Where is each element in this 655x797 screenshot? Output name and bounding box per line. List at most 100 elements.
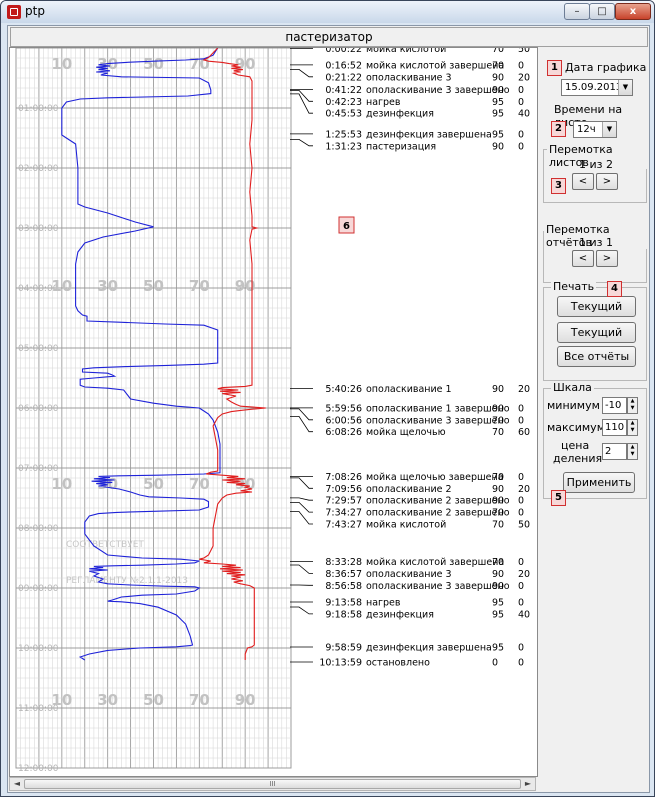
scroll-right-arrow-icon[interactable]: ► <box>521 778 535 790</box>
event-name: мойка щелочью завершена <box>366 472 504 483</box>
event-name: ополаскивание 3 завершено <box>366 581 510 592</box>
value-tick-label: 70 <box>189 475 210 493</box>
time-tick-label: 08:00:00 <box>18 524 59 534</box>
division-spinner[interactable]: ▲ ▼ <box>627 443 638 460</box>
event-leader-line <box>290 415 313 433</box>
event-name: дезинфекция <box>366 109 434 120</box>
event-value-2: 0 <box>518 657 524 668</box>
event-value-1: 95 <box>492 609 504 620</box>
reports-prev-button[interactable]: < <box>572 250 594 267</box>
spin-down-icon[interactable]: ▼ <box>628 427 637 434</box>
event-name: ополаскивание 1 <box>366 384 452 395</box>
event-value-2: 50 <box>518 48 530 55</box>
event-name: ополаскивание 3 завершено <box>366 85 510 96</box>
marker-2: 2 <box>551 121 566 137</box>
marker-1: 1 <box>547 60 562 76</box>
reports-counter: 1 из 1 <box>579 236 613 249</box>
chart-area[interactable]: 01:00:00 02:00:00 03:00:00 04:00:00 05:00:00… <box>9 47 538 777</box>
value-tick-label: 50 <box>143 691 164 709</box>
min-input[interactable]: -10 <box>602 397 627 414</box>
print-current-report-button[interactable]: Текущий отчёт <box>557 322 636 358</box>
horizontal-scrollbar[interactable]: ◄ III ► <box>9 777 536 791</box>
chart-canvas: 01:00:0002:00:0003:00:0004:00:0005:00:00… <box>15 48 530 774</box>
spin-up-icon[interactable]: ▲ <box>628 398 637 405</box>
dropdown-arrow-icon[interactable]: ▼ <box>602 122 616 137</box>
max-spinner[interactable]: ▲ ▼ <box>627 419 638 436</box>
value-tick-label: 90 <box>235 691 256 709</box>
marker-3: 3 <box>551 178 566 194</box>
value-tick-label: 30 <box>97 691 118 709</box>
print-title: Печать <box>551 280 597 293</box>
event-name: мойка кислотой <box>366 520 446 531</box>
print-current-sheet-button[interactable]: Текущий лист <box>557 296 636 332</box>
spin-down-icon[interactable]: ▼ <box>628 451 637 458</box>
event-value-2: 0 <box>518 85 524 96</box>
event-value-2: 0 <box>518 415 524 426</box>
event-value-2: 0 <box>518 129 524 140</box>
min-spinner[interactable]: ▲ ▼ <box>627 397 638 414</box>
event-value-1: 0 <box>492 657 498 668</box>
apply-button[interactable]: Применить <box>563 472 635 493</box>
print-all-reports-button[interactable]: Все отчёты <box>557 346 636 367</box>
minimize-button[interactable]: – <box>564 3 590 20</box>
event-value-1: 70 <box>492 508 504 519</box>
dropdown-arrow-icon[interactable]: ▼ <box>618 80 632 95</box>
event-value-2: 20 <box>518 384 530 395</box>
scroll-thumb[interactable]: III <box>24 779 521 789</box>
spin-up-icon[interactable]: ▲ <box>628 444 637 451</box>
event-value-2: 0 <box>518 642 524 653</box>
value-tick-label: 10 <box>51 55 72 73</box>
event-name: ополаскивание 2 <box>366 484 452 495</box>
marker-5: 5 <box>551 490 566 506</box>
event-time: 7:09:56 <box>325 484 362 495</box>
division-input[interactable]: 2 <box>602 443 627 460</box>
spin-up-icon[interactable]: ▲ <box>628 420 637 427</box>
title-bar[interactable]: ptp – □ x <box>1 1 654 23</box>
event-time: 8:33:28 <box>325 557 362 568</box>
event-value-2: 0 <box>518 472 524 483</box>
event-time: 5:59:56 <box>325 403 362 414</box>
close-button[interactable]: x <box>615 3 651 20</box>
spin-down-icon[interactable]: ▼ <box>628 405 637 412</box>
time-tick-label: 10:00:00 <box>18 644 59 654</box>
value-tick-label: 30 <box>97 277 118 295</box>
max-input[interactable]: 110 <box>602 419 627 436</box>
event-leader-line <box>290 139 313 147</box>
scroll-left-arrow-icon[interactable]: ◄ <box>10 778 24 790</box>
event-time: 0:42:23 <box>325 97 362 108</box>
event-leader-line <box>290 93 313 114</box>
event-value-1: 70 <box>492 557 504 568</box>
event-value-1: 70 <box>492 60 504 71</box>
time-tick-label: 02:00:00 <box>18 164 59 174</box>
time-tick-label: 09:00:00 <box>18 584 59 594</box>
event-leader-line <box>290 501 313 513</box>
event-value-1: 70 <box>492 472 504 483</box>
value-tick-label: 50 <box>143 55 164 73</box>
maximize-button[interactable]: □ <box>589 3 615 20</box>
event-time: 7:34:27 <box>325 508 362 519</box>
event-value-2: 20 <box>518 569 530 580</box>
time-tick-label: 12:00:00 <box>18 764 59 774</box>
date-picker[interactable]: 15.09.2013 ▼ <box>561 79 633 96</box>
app-icon <box>7 5 21 19</box>
event-name: нагрев <box>366 97 401 108</box>
value-tick-label: 10 <box>51 277 72 295</box>
event-time: 0:21:22 <box>325 72 362 83</box>
event-value-2: 20 <box>518 484 530 495</box>
event-value-1: 90 <box>492 72 504 83</box>
reports-next-button[interactable]: > <box>596 250 618 267</box>
event-name: ополаскивание 2 завершено <box>366 508 510 519</box>
event-leader-line <box>290 497 313 501</box>
event-name: мойка кислотой завершена <box>366 60 504 71</box>
time-per-sheet-select[interactable]: 12ч ▼ <box>573 121 617 138</box>
sheets-next-button[interactable]: > <box>596 173 618 190</box>
event-time: 6:00:56 <box>325 415 362 426</box>
division-label: цена <box>561 439 590 452</box>
event-value-1: 95 <box>492 129 504 140</box>
event-time: 1:31:23 <box>325 141 362 152</box>
event-name: ополаскивание 3 завершено <box>366 415 510 426</box>
sheets-prev-button[interactable]: < <box>572 173 594 190</box>
event-time: 10:13:59 <box>319 657 362 668</box>
event-value-1: 90 <box>492 581 504 592</box>
event-time: 8:56:58 <box>325 581 362 592</box>
